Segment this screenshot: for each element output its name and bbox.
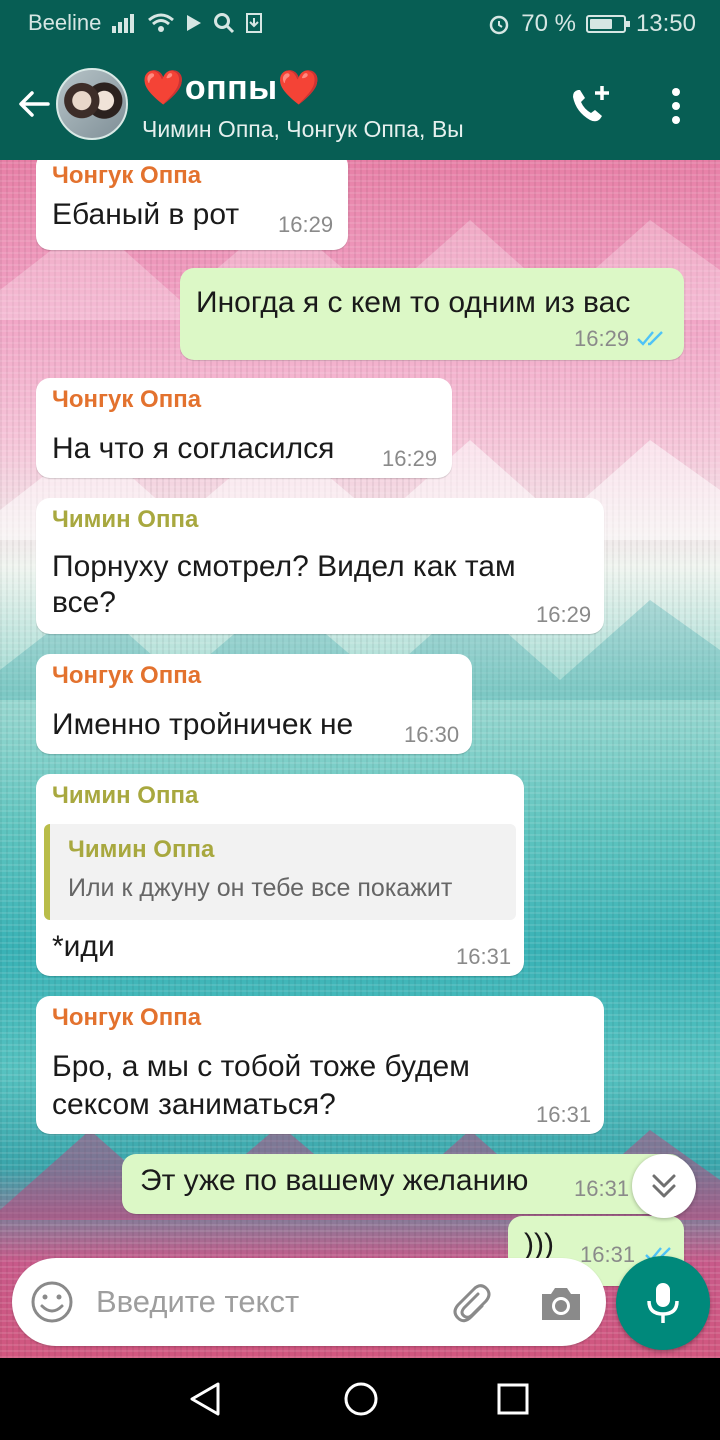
message-input-bar[interactable]: Введите текст — [12, 1258, 606, 1346]
message-sender: Чонгук Оппа — [52, 386, 202, 413]
message-input[interactable]: Введите текст — [96, 1284, 299, 1320]
microphone-icon — [647, 1283, 679, 1323]
back-arrow-icon[interactable] — [14, 84, 54, 124]
message-time: 16:29 — [536, 602, 592, 627]
nav-recent-icon[interactable] — [496, 1382, 530, 1416]
message-text: На что я согласился — [52, 432, 335, 465]
message-sender: Чонгук Оппа — [52, 662, 202, 689]
message-sender: Чонгук Оппа — [52, 162, 202, 189]
emoji-icon[interactable] — [30, 1280, 74, 1324]
nav-home-icon[interactable] — [342, 1380, 380, 1418]
message-text: Эт уже по вашему желанию — [140, 1164, 529, 1197]
message-time: 16:31 — [580, 1242, 636, 1267]
wifi-icon — [148, 13, 175, 32]
message-time: 16:31 — [536, 1102, 592, 1127]
message-bubble-incoming[interactable]: Чимин Оппа Чимин Оппа Или к джуну он теб… — [36, 774, 524, 976]
message-bubble-incoming[interactable]: Чимин Оппа Порнуху смотрел? Видел как та… — [36, 498, 604, 634]
camera-icon[interactable] — [538, 1282, 584, 1324]
status-left: Beeline — [28, 10, 263, 36]
message-text-line: Порнуху смотрел? Видел как там — [52, 550, 516, 583]
group-avatar[interactable] — [56, 68, 128, 140]
message-bubble-incoming[interactable]: Чонгук Оппа Именно тройничек не 16:30 — [36, 654, 472, 754]
play-icon — [187, 15, 202, 31]
message-time: 16:29 — [382, 446, 438, 471]
read-ticks-icon — [637, 331, 663, 346]
search-icon — [214, 13, 235, 34]
message-sender: Чонгук Оппа — [52, 1004, 202, 1031]
status-time: 13:50 — [635, 10, 696, 37]
message-time: 16:31 — [574, 1176, 630, 1201]
message-bubble-incoming[interactable]: Чонгук Оппа Ебаный в рот 16:29 — [36, 160, 348, 250]
status-bar: Beeline 70 % 13:50 — [0, 0, 720, 48]
chat-header: ❤️оппы❤️ Чимин Оппа, Чонгук Оппа, Вы — [0, 48, 720, 160]
message-text-line: сексом заниматься? — [52, 1088, 336, 1121]
message-time: 16:29 — [574, 326, 630, 351]
chat-participants[interactable]: Чимин Оппа, Чонгук Оппа, Вы — [142, 116, 464, 143]
battery-icon — [585, 15, 630, 33]
message-sender: Чимин Оппа — [52, 782, 199, 809]
quoted-sender: Чимин Оппа — [68, 836, 215, 863]
message-bubble-incoming[interactable]: Чонгук Оппа На что я согласился 16:29 — [36, 378, 452, 478]
message-text: Иногда я с кем то одним из вас — [196, 286, 631, 319]
scroll-down-button[interactable] — [632, 1154, 696, 1218]
message-bubble-incoming[interactable]: Чонгук Оппа Бро, а мы с тобой тоже будем… — [36, 996, 604, 1134]
signal-icon — [112, 14, 135, 33]
message-bubble-outgoing[interactable]: Иногда я с кем то одним из вас 16:29 — [180, 268, 684, 360]
voice-message-button[interactable] — [616, 1256, 710, 1350]
message-text: Ебаный в рот — [52, 198, 240, 231]
message-bubble-outgoing[interactable]: Эт уже по вашему желанию 16:31 — [122, 1154, 684, 1214]
scroll-down-icon — [652, 1174, 676, 1198]
message-text-line: все? — [52, 586, 116, 619]
chat-area[interactable]: Чонгук Оппа Ебаный в рот 16:29 Иногда я … — [0, 160, 720, 1358]
alarm-icon — [489, 15, 509, 35]
message-time: 16:29 — [278, 212, 334, 237]
more-vert-icon[interactable] — [656, 84, 696, 128]
nav-back-icon[interactable] — [186, 1380, 226, 1418]
message-time: 16:30 — [404, 722, 460, 747]
carrier-name: Beeline — [28, 10, 102, 35]
quoted-text: Или к джуну он тебе все покажит — [68, 874, 453, 902]
message-text: *иди — [52, 930, 115, 963]
system-nav-bar — [0, 1358, 720, 1440]
status-right: 70 % 13:50 — [487, 10, 696, 38]
paperclip-icon[interactable] — [448, 1280, 494, 1326]
chat-title[interactable]: ❤️оппы❤️ — [142, 68, 321, 108]
download-icon — [246, 13, 263, 33]
message-sender: Чимин Оппа — [52, 506, 199, 533]
message-time: 16:31 — [456, 944, 512, 969]
message-text-line: Бро, а мы с тобой тоже будем — [52, 1050, 470, 1083]
quoted-message[interactable]: Чимин Оппа Или к джуну он тебе все покаж… — [44, 824, 516, 920]
battery-percent: 70 % — [521, 10, 576, 37]
add-call-icon[interactable] — [568, 84, 612, 128]
message-text: Именно тройничек не — [52, 708, 354, 741]
